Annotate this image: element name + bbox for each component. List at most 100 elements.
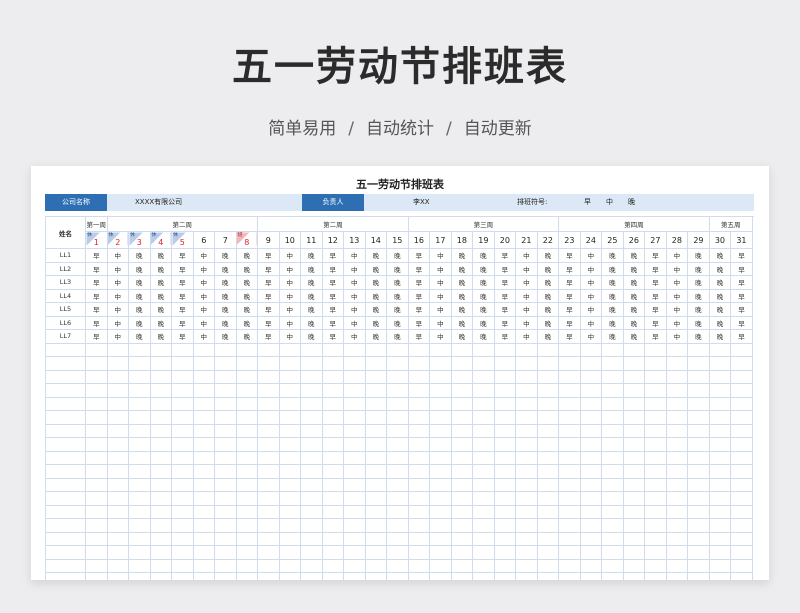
shift-cell[interactable]: 中 [515, 329, 538, 344]
empty-cell[interactable] [644, 423, 667, 438]
shift-cell[interactable]: 早 [85, 315, 108, 330]
shift-cell[interactable]: 晚 [450, 248, 474, 263]
empty-cell[interactable] [450, 450, 474, 465]
empty-cell[interactable] [278, 423, 302, 438]
empty-cell[interactable] [257, 464, 280, 479]
shift-cell[interactable]: 中 [192, 302, 215, 317]
empty-cell[interactable] [343, 491, 366, 506]
empty-cell[interactable] [493, 423, 517, 438]
empty-cell[interactable] [192, 423, 215, 438]
empty-cell[interactable] [386, 572, 409, 580]
empty-cell[interactable] [622, 383, 646, 398]
empty-cell[interactable] [644, 477, 667, 492]
empty-cell[interactable] [171, 369, 194, 384]
shift-cell[interactable]: 晚 [708, 275, 732, 290]
empty-cell[interactable] [45, 450, 86, 465]
empty-cell[interactable] [687, 518, 710, 533]
empty-cell[interactable] [687, 383, 710, 398]
shift-cell[interactable]: 晚 [300, 288, 323, 303]
empty-cell[interactable] [536, 572, 560, 580]
empty-cell[interactable] [386, 464, 409, 479]
shift-cell[interactable]: 中 [106, 315, 129, 330]
shift-cell[interactable]: 晚 [235, 248, 259, 263]
empty-cell[interactable] [493, 410, 517, 425]
empty-cell[interactable] [472, 410, 495, 425]
empty-cell[interactable] [85, 545, 108, 560]
shift-cell[interactable]: 晚 [364, 261, 388, 276]
shift-cell[interactable]: 晚 [386, 275, 409, 290]
shift-cell[interactable]: 晚 [128, 315, 151, 330]
empty-cell[interactable] [192, 572, 215, 580]
shift-cell[interactable]: 晚 [687, 275, 710, 290]
shift-cell[interactable]: 早 [493, 248, 517, 263]
shift-cell[interactable]: 中 [192, 275, 215, 290]
empty-cell[interactable] [515, 491, 538, 506]
empty-cell[interactable] [407, 477, 431, 492]
employee-name[interactable]: LL3 [45, 275, 86, 290]
empty-cell[interactable] [644, 558, 667, 573]
empty-cell[interactable] [45, 545, 86, 560]
empty-cell[interactable] [321, 437, 345, 452]
empty-cell[interactable] [106, 423, 129, 438]
empty-cell[interactable] [622, 369, 646, 384]
empty-cell[interactable] [644, 491, 667, 506]
shift-cell[interactable]: 早 [558, 261, 581, 276]
shift-cell[interactable]: 早 [644, 315, 667, 330]
empty-cell[interactable] [536, 437, 560, 452]
empty-cell[interactable] [85, 437, 108, 452]
shift-cell[interactable]: 晚 [472, 288, 495, 303]
shift-cell[interactable]: 中 [429, 302, 452, 317]
shift-cell[interactable]: 早 [321, 302, 345, 317]
shift-cell[interactable]: 晚 [687, 288, 710, 303]
empty-cell[interactable] [730, 396, 753, 411]
empty-cell[interactable] [429, 518, 452, 533]
shift-cell[interactable]: 早 [85, 248, 108, 263]
shift-cell[interactable]: 晚 [300, 329, 323, 344]
empty-cell[interactable] [687, 531, 710, 546]
empty-cell[interactable] [708, 437, 732, 452]
shift-cell[interactable]: 晚 [622, 315, 646, 330]
empty-cell[interactable] [730, 450, 753, 465]
empty-cell[interactable] [364, 437, 388, 452]
empty-cell[interactable] [558, 572, 581, 580]
empty-cell[interactable] [192, 410, 215, 425]
shift-cell[interactable]: 晚 [149, 288, 172, 303]
empty-cell[interactable] [493, 545, 517, 560]
empty-cell[interactable] [558, 369, 581, 384]
empty-cell[interactable] [472, 531, 495, 546]
employee-name[interactable]: LL7 [45, 329, 86, 344]
empty-cell[interactable] [665, 369, 689, 384]
empty-cell[interactable] [493, 369, 517, 384]
empty-cell[interactable] [558, 518, 581, 533]
shift-cell[interactable]: 早 [257, 302, 280, 317]
shift-cell[interactable]: 早 [493, 302, 517, 317]
empty-cell[interactable] [515, 410, 538, 425]
empty-cell[interactable] [386, 545, 409, 560]
shift-cell[interactable]: 早 [558, 302, 581, 317]
empty-cell[interactable] [128, 356, 151, 371]
empty-cell[interactable] [708, 450, 732, 465]
shift-cell[interactable]: 中 [579, 288, 603, 303]
empty-cell[interactable] [85, 504, 108, 519]
empty-cell[interactable] [558, 531, 581, 546]
shift-cell[interactable]: 早 [171, 302, 194, 317]
empty-cell[interactable] [493, 342, 517, 357]
empty-cell[interactable] [171, 558, 194, 573]
shift-cell[interactable]: 早 [321, 248, 345, 263]
shift-cell[interactable]: 早 [321, 261, 345, 276]
shift-cell[interactable]: 早 [85, 275, 108, 290]
empty-cell[interactable] [493, 572, 517, 580]
empty-cell[interactable] [536, 450, 560, 465]
empty-cell[interactable] [214, 504, 237, 519]
shift-cell[interactable]: 中 [343, 329, 366, 344]
empty-cell[interactable] [278, 396, 302, 411]
empty-cell[interactable] [278, 450, 302, 465]
empty-cell[interactable] [85, 423, 108, 438]
shift-cell[interactable]: 晚 [386, 315, 409, 330]
empty-cell[interactable] [106, 558, 129, 573]
shift-cell[interactable]: 晚 [300, 302, 323, 317]
shift-cell[interactable]: 中 [665, 261, 689, 276]
empty-cell[interactable] [536, 531, 560, 546]
shift-cell[interactable]: 晚 [300, 261, 323, 276]
empty-cell[interactable] [558, 423, 581, 438]
